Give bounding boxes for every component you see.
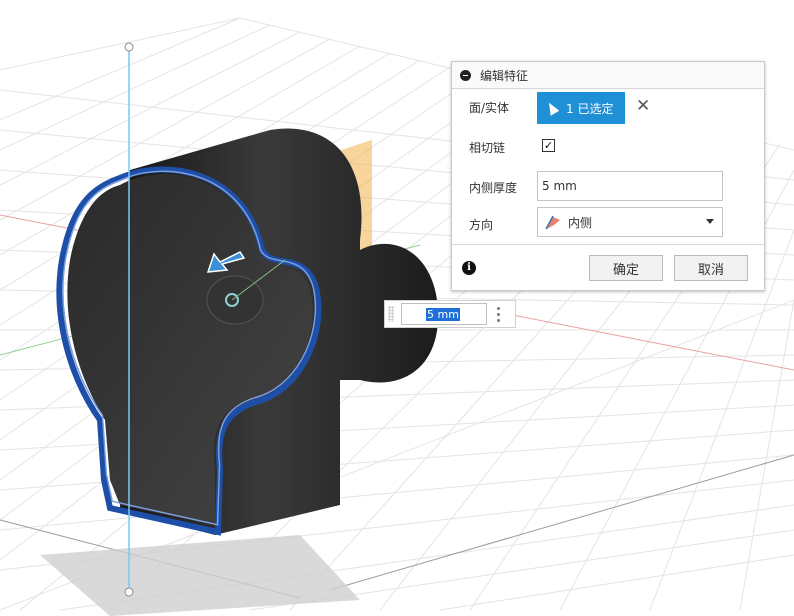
dialog-footer: i 确定 取消: [452, 244, 764, 291]
more-options-icon[interactable]: [497, 307, 501, 323]
dialog-title: 编辑特征: [480, 68, 529, 83]
thickness-input[interactable]: 5 mm: [537, 171, 723, 201]
cancel-button[interactable]: 取消: [674, 255, 748, 281]
direction-value: 内侧: [568, 215, 593, 230]
direction-label: 方向: [469, 218, 494, 232]
manipulator-input-box: 5 mm: [384, 300, 516, 328]
tangent-chain-row: 相切链 ✓: [452, 132, 764, 164]
tangent-chain-checkbox[interactable]: ✓: [542, 139, 555, 152]
floor-shadow: [40, 535, 360, 616]
flag-icon: [545, 215, 560, 230]
tangent-chain-label: 相切链: [469, 141, 506, 155]
drag-handle-icon[interactable]: [388, 306, 394, 322]
minus-circle-icon[interactable]: [460, 69, 471, 81]
axis-top-handle: [124, 42, 134, 52]
faces-label: 面/实体: [469, 101, 510, 115]
faces-row: 面/实体 1 已选定 ✕: [452, 90, 764, 124]
chevron-down-icon: [706, 219, 714, 224]
selection-label: 1 已选定: [566, 101, 614, 116]
ok-button[interactable]: 确定: [589, 255, 663, 281]
direction-row: 方向 内侧: [452, 206, 764, 238]
direction-select[interactable]: 内侧: [537, 207, 723, 237]
thickness-value: 5 mm: [542, 179, 577, 193]
axis-bottom-handle: [124, 587, 134, 597]
thickness-label: 内侧厚度: [469, 181, 518, 195]
dialog-header[interactable]: 编辑特征: [452, 62, 764, 89]
thickness-row: 内侧厚度 5 mm: [452, 168, 764, 201]
selection-button[interactable]: 1 已选定: [537, 92, 625, 124]
close-icon[interactable]: ✕: [636, 98, 650, 115]
manipulator-input[interactable]: 5 mm: [401, 303, 487, 325]
cursor-arrow-icon: [544, 100, 560, 116]
edit-feature-dialog: 编辑特征 面/实体 1 已选定 ✕ 相切链 ✓ 内侧厚度 5 mm 方向 内侧 …: [451, 61, 765, 291]
manipulator-value: 5 mm: [426, 307, 460, 321]
info-icon[interactable]: i: [462, 261, 476, 275]
